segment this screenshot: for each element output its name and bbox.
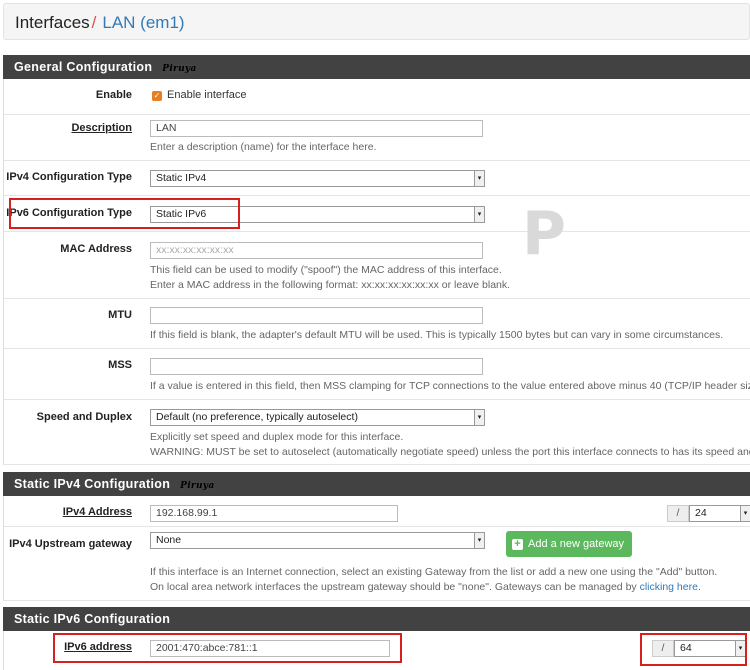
breadcrumb: Interfaces / LAN (em1)	[3, 3, 750, 40]
ipv4-address-input[interactable]: 192.168.99.1	[150, 505, 398, 522]
mac-label: MAC Address	[60, 243, 132, 255]
watermark-logo: Piruya	[180, 481, 215, 491]
page-title: Interfaces / LAN (em1)	[15, 13, 185, 33]
speed-duplex-value: Default (no preference, typically autose…	[156, 411, 358, 423]
highlight-ipv6-address	[53, 633, 402, 663]
row-enable: Enable ✓ Enable interface	[3, 79, 750, 115]
plus-icon: +	[512, 539, 523, 550]
mtu-label: MTU	[108, 309, 132, 321]
speed-help-1: Explicitly set speed and duplex mode for…	[150, 431, 404, 443]
mtu-input[interactable]	[150, 307, 483, 324]
mac-help-1: This field can be used to modify ("spoof…	[150, 264, 502, 276]
ipv4-type-value: Static IPv4	[156, 172, 207, 184]
row-mss: MSS If a value is entered in this field,…	[3, 349, 750, 400]
mss-input[interactable]	[150, 358, 483, 375]
highlight-ipv6-prefix	[640, 633, 747, 666]
ipv6-config-header: Static IPv6 Configuration	[3, 607, 750, 631]
gateway-help-1: If this interface is an Internet connect…	[150, 566, 718, 578]
mac-help-2: Enter a MAC address in the following for…	[150, 279, 511, 291]
breadcrumb-interfaces[interactable]: Interfaces	[15, 13, 90, 32]
speed-duplex-label: Speed and Duplex	[36, 411, 132, 423]
chevron-down-icon: ▾	[474, 207, 484, 222]
speed-duplex-select[interactable]: Default (no preference, typically autose…	[150, 409, 485, 426]
row-mac: MAC Address xx:xx:xx:xx:xx:xx This field…	[3, 232, 750, 299]
breadcrumb-current[interactable]: LAN (em1)	[102, 13, 184, 32]
gateway-help-text: On local area network interfaces the ups…	[150, 581, 640, 593]
ipv4-gateway-label: IPv4 Upstream gateway	[9, 538, 132, 550]
watermark-logo: Piruya	[162, 64, 197, 74]
ipv4-type-select[interactable]: Static IPv4 ▾	[150, 170, 485, 187]
chevron-down-icon: ▾	[474, 533, 484, 548]
description-input[interactable]: LAN	[150, 120, 483, 137]
gateways-link[interactable]: clicking here	[640, 581, 698, 593]
row-speed-duplex: Speed and Duplex Default (no preference,…	[3, 400, 750, 465]
mss-help: If a value is entered in this field, the…	[150, 380, 750, 392]
description-label[interactable]: Description	[4, 122, 132, 134]
general-config-title: General Configuration	[14, 60, 153, 74]
ipv4-cidr-slash: /	[667, 505, 689, 522]
chevron-down-icon: ▾	[474, 410, 484, 425]
mss-label: MSS	[108, 359, 132, 371]
ipv4-gateway-value: None	[156, 534, 182, 546]
ipv4-config-header: Static IPv4 Configuration Piruya	[3, 472, 750, 496]
watermark-big-p: P	[522, 199, 566, 269]
enable-checkbox-label[interactable]: Enable interface	[167, 89, 247, 101]
chevron-down-icon: ▾	[474, 171, 484, 186]
mtu-help: If this field is blank, the adapter's de…	[150, 329, 724, 341]
ipv6-config-title: Static IPv6 Configuration	[14, 612, 171, 626]
row-ipv4-address: IPv4 Address 192.168.99.1 / 24 ▾	[3, 496, 750, 527]
row-ipv4-gateway: IPv4 Upstream gateway None ▾ + Add a new …	[3, 527, 750, 601]
add-gateway-button[interactable]: + Add a new gateway	[506, 531, 633, 557]
row-mtu: MTU If this field is blank, the adapter'…	[3, 299, 750, 349]
mac-input[interactable]: xx:xx:xx:xx:xx:xx	[150, 242, 483, 259]
add-gateway-label: Add a new gateway	[528, 538, 625, 550]
highlight-ipv6-type	[9, 198, 240, 229]
row-description: Description LAN Enter a description (nam…	[3, 115, 750, 161]
gateway-help-end: .	[697, 581, 701, 593]
ipv4-cidr-value: 24	[695, 507, 707, 519]
general-config-header: General Configuration Piruya	[3, 55, 750, 79]
description-help: Enter a description (name) for the inter…	[150, 141, 377, 153]
ipv4-gateway-select[interactable]: None ▾	[150, 532, 485, 549]
breadcrumb-separator: /	[91, 13, 97, 32]
ipv4-cidr-select[interactable]: 24 ▾	[689, 505, 750, 522]
speed-help-2: WARNING: MUST be set to autoselect (auto…	[150, 446, 750, 458]
row-ipv4-type: IPv4 Configuration Type Static IPv4 ▾	[3, 161, 750, 196]
gateway-help-2: On local area network interfaces the ups…	[150, 580, 701, 595]
ipv4-type-label: IPv4 Configuration Type	[6, 171, 132, 183]
enable-checkbox[interactable]: ✓	[152, 91, 162, 101]
ipv4-config-title: Static IPv4 Configuration	[14, 477, 171, 491]
enable-label: Enable	[95, 89, 132, 101]
ipv4-address-label[interactable]: IPv4 Address	[4, 506, 132, 518]
chevron-down-icon: ▾	[740, 506, 750, 521]
